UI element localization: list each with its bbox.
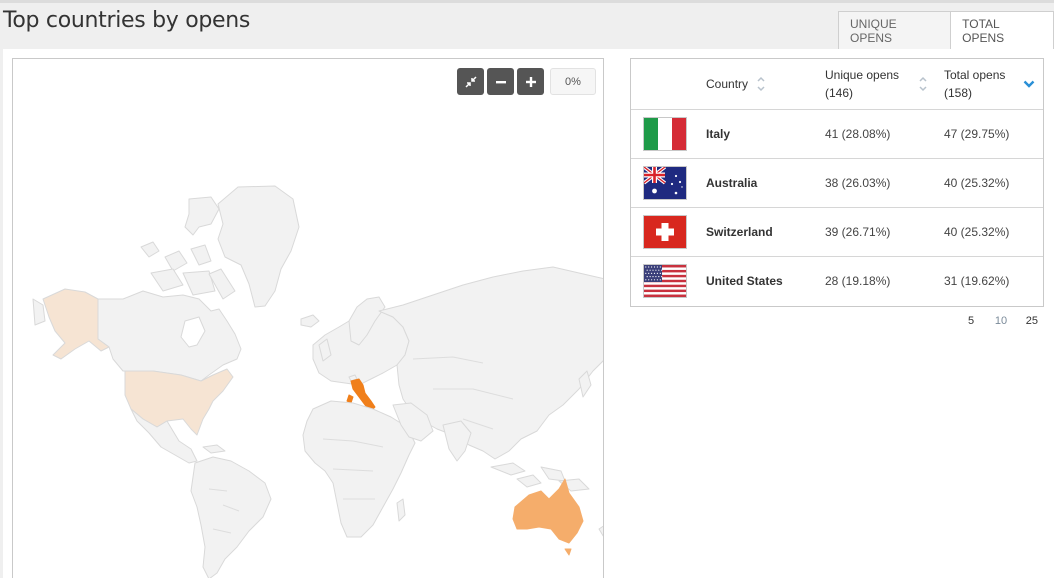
map-controls: 0% (457, 68, 596, 95)
country-name: Australia (706, 176, 758, 190)
total-opens-label: Total opens (944, 68, 1006, 82)
page-size-10[interactable]: 10 (986, 315, 1016, 327)
total-opens-value: 40 (25.32%) (944, 225, 1010, 239)
table-row[interactable]: United States 28 (19.18%) 31 (19.62%) (631, 257, 1043, 306)
country-australia-tasmania (564, 548, 572, 556)
table-row[interactable]: Australia 38 (26.03%) 40 (25.32%) (631, 159, 1043, 208)
tab-total-opens[interactable]: TOTAL OPENS (951, 11, 1054, 49)
page-size-5[interactable]: 5 (968, 315, 986, 327)
map-zoom-out-button[interactable] (487, 68, 514, 95)
table-row[interactable]: Italy 41 (28.08%) 47 (29.75%) (631, 110, 1043, 159)
unique-opens-value: 39 (26.71%) (825, 225, 891, 239)
unique-opens-value: 28 (19.18%) (825, 274, 891, 288)
country-canada (97, 290, 242, 382)
page-size-selector: 5 10 25 (968, 315, 1038, 327)
country-name: Italy (706, 127, 731, 141)
country-name: United States (706, 274, 783, 288)
unique-opens-total: (146) (825, 86, 854, 100)
plus-icon (525, 76, 536, 87)
sort-both-icon[interactable] (918, 74, 928, 94)
switzerland-flag (643, 215, 687, 249)
country-iceland (300, 314, 320, 328)
minus-icon (495, 80, 506, 83)
sort-descending-icon[interactable] (1023, 79, 1035, 89)
world-map-canvas[interactable] (13, 59, 604, 578)
australia-flag (643, 166, 687, 200)
unique-opens-label: Unique opens (825, 68, 900, 82)
column-header-total-opens[interactable]: Total opens (158) (944, 66, 1005, 102)
total-opens-total: (158) (944, 86, 973, 100)
country-name: Switzerland (706, 225, 773, 239)
unique-opens-value: 41 (28.08%) (825, 127, 891, 141)
italy-flag (643, 117, 687, 151)
total-opens-value: 31 (19.62%) (944, 274, 1010, 288)
total-opens-value: 40 (25.32%) (944, 176, 1010, 190)
countries-table: Country Unique opens (146) Total opens (… (630, 58, 1044, 307)
page-size-25[interactable]: 25 (1016, 315, 1038, 327)
top-divider (0, 0, 1054, 3)
sort-both-icon[interactable] (756, 74, 766, 94)
country-south-america (190, 456, 272, 578)
map-zoom-in-button[interactable] (517, 68, 544, 95)
unique-opens-value: 38 (26.03%) (825, 176, 891, 190)
column-header-country[interactable]: Country (706, 75, 748, 93)
table-row[interactable]: Switzerland 39 (26.71%) 40 (25.32%) (631, 208, 1043, 257)
tab-unique-opens[interactable]: UNIQUE OPENS (838, 11, 952, 49)
map-reset-button[interactable] (457, 68, 484, 95)
world-map[interactable]: 0% (12, 58, 604, 578)
map-zoom-level: 0% (550, 68, 596, 95)
total-opens-value: 47 (29.75%) (944, 127, 1010, 141)
country-canada-islands (184, 196, 220, 236)
column-header-unique-opens[interactable]: Unique opens (146) (825, 66, 899, 102)
metric-tabs: UNIQUE OPENS TOTAL OPENS (838, 11, 1054, 49)
united-states-flag (643, 264, 687, 298)
page-title: Top countries by opens (3, 8, 251, 33)
compress-arrows-icon (464, 75, 477, 88)
table-header: Country Unique opens (146) Total opens (… (631, 59, 1043, 110)
